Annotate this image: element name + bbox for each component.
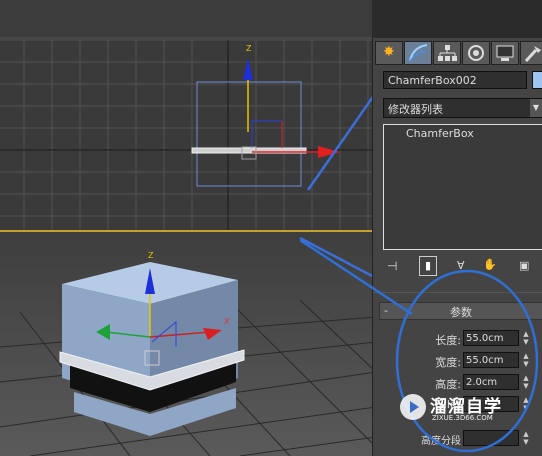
top-viewport-canvas: Z	[0, 0, 372, 232]
modify-tab[interactable]	[404, 41, 432, 65]
display-tab[interactable]	[491, 41, 519, 65]
annotation-arrow-panel	[300, 240, 413, 316]
utilities-icon	[524, 46, 541, 63]
top-z-label: Z	[246, 44, 252, 53]
utilities-tab[interactable]	[520, 41, 542, 65]
persp-z-label: Z	[148, 251, 154, 260]
modify-icon	[409, 44, 428, 62]
chevron-down-icon: ▼	[530, 99, 542, 117]
create-icon: ✸	[383, 44, 395, 60]
top-viewport[interactable]: Z	[0, 0, 372, 232]
modifier-list-dropdown[interactable]: 修改器列表 ▼	[383, 98, 542, 118]
watermark-url: ZIXUE.3D66.COM	[432, 414, 493, 422]
display-icon	[496, 45, 514, 61]
motion-icon	[468, 45, 484, 61]
modifier-stack[interactable]: ChamferBox	[383, 124, 542, 250]
selection-bounding-box	[196, 81, 302, 187]
motion-tab[interactable]	[462, 41, 490, 65]
watermark: 溜溜自学 ZIXUE.3D66.COM	[396, 388, 542, 428]
object-name-field[interactable]	[383, 71, 527, 89]
z-axis-arrow	[243, 58, 253, 80]
modifier-list-label: 修改器列表	[388, 103, 443, 116]
persp-x-label: X	[224, 317, 230, 326]
object-color-swatch[interactable]	[532, 71, 542, 89]
hierarchy-icon	[438, 45, 457, 61]
command-panel-tabs: ✸	[373, 38, 542, 66]
hierarchy-tab[interactable]	[433, 41, 461, 65]
create-tab[interactable]: ✸	[375, 41, 403, 65]
stack-item-chamferbox[interactable]: ChamferBox	[406, 127, 474, 140]
play-icon	[410, 401, 419, 413]
